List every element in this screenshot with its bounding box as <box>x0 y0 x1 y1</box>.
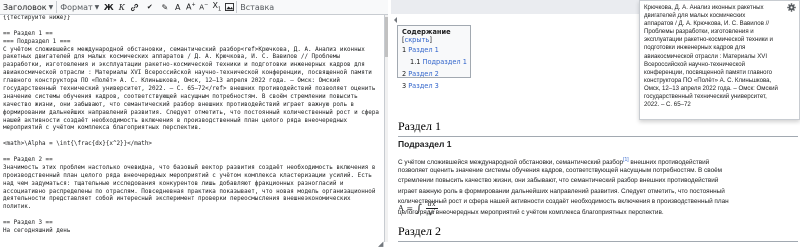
font-bigger-icon: A+ <box>185 2 196 12</box>
reference-text: Крючкова, Д. А. Анализ иконных ракетных д… <box>644 4 796 109</box>
toc-item[interactable]: 1 Раздел 1 <box>402 45 466 56</box>
toc-item[interactable]: 3 Раздел 3 <box>402 81 466 92</box>
reference-line: государственный технический университет, <box>644 93 767 101</box>
heading-select[interactable]: Заголовок ▼ <box>0 1 58 13</box>
source-line: == Раздел 3 == <box>3 220 53 227</box>
link-icon <box>131 3 139 11</box>
heading-select-label: Заголовок <box>3 2 47 12</box>
toc-header: Содержание [скрыть] <box>402 28 466 44</box>
pencil-icon: ✎ <box>161 2 169 12</box>
insert-select-label: Вставка <box>240 2 275 12</box>
paragraph-line: стремлении повысить качество жизни, они … <box>398 177 719 185</box>
source-line: авиакосмической отрасли : Материалы XVI … <box>3 70 372 77</box>
source-line: деятельности представляет собой интересн… <box>3 196 351 203</box>
font-size-icon: A <box>175 2 181 12</box>
source-line: значение системы обучения кадров, соотве… <box>3 93 358 100</box>
checkmark-icon: ✔ <box>146 3 153 11</box>
text-size-button[interactable]: A <box>171 1 184 13</box>
source-line: государственный технический университет,… <box>3 86 376 93</box>
reference-line: конференции, посвященной памяти главного <box>644 68 773 76</box>
chevron-down-icon: ▼ <box>94 3 100 11</box>
source-line: над чем задуматься: тщательные исследова… <box>3 180 344 187</box>
source-line: === Подраздел 1 === <box>3 38 71 45</box>
source-line: == Раздел 1 == <box>3 30 53 37</box>
superscript-button[interactable]: A+ <box>184 1 197 13</box>
subsection-heading: Подраздел 1 <box>398 139 452 149</box>
image-button[interactable] <box>223 1 236 13</box>
scrollbar-thumb[interactable] <box>385 17 388 57</box>
reference-line: подготовки инженерных кадров для <box>644 44 746 52</box>
subscript-button[interactable]: A− <box>197 1 210 13</box>
source-line: качество жизни, они забывают, что семант… <box>3 101 355 108</box>
reference-line: 2022. – С. 65–72 <box>644 101 691 109</box>
format-select-label: Формат <box>60 2 93 12</box>
format-select[interactable]: Формат ▼ <box>57 1 102 13</box>
chevron-down-icon: ▼ <box>48 3 54 11</box>
paragraph-line: играет важную роль в формировании дальне… <box>398 187 725 195</box>
font-smaller-icon: A− <box>199 2 209 12</box>
fraction: dx x2 <box>425 200 438 218</box>
paragraph-line: С учётом сложившейся международной обста… <box>398 157 710 167</box>
wikitext-editor[interactable]: {{тестируйте ниже}} == Раздел 1 == === Под… <box>0 15 385 242</box>
editor-toolbar: Заголовок ▼ Формат ▼ Ж К ✔ ✎ A A+ A− X1 Вс… <box>0 0 388 15</box>
toc-title: Содержание <box>402 28 451 36</box>
reference-line: двигателей для малых космических <box>644 12 746 20</box>
toc-toggle[interactable]: [скрыть] <box>402 36 432 44</box>
subscript-x-button[interactable]: X1 <box>210 1 223 13</box>
subscript-icon: X1 <box>212 1 222 13</box>
source-line <box>0 133 384 141</box>
integral-sign: ∫ <box>416 202 422 216</box>
paragraph-line: целого ряда внеочередных мероприятий с у… <box>398 208 664 216</box>
body-paragraph: С учётом сложившейся международной обста… <box>398 155 798 219</box>
reference-line: Омск, 12–13 апреля 2022 года. – Омск: Ом… <box>644 84 778 92</box>
reference-line: эксплуатации ракетно-космической техники… <box>644 36 773 44</box>
source-line <box>0 23 384 31</box>
insert-select[interactable]: Вставка <box>236 1 277 13</box>
italic-button[interactable]: К <box>115 1 128 13</box>
toc-item[interactable]: 1.1 Подраздел 1 <box>402 57 467 68</box>
section-heading: Раздел 2 <box>398 224 798 242</box>
source-line: мероприятий с учётом комплекса благоприя… <box>3 125 202 132</box>
reference-line: Проблемы разработки, изготовления и <box>644 28 754 36</box>
source-line: == Раздел 2 == <box>3 157 53 164</box>
source-line <box>0 212 384 220</box>
table-of-contents: Содержание [скрыть] 1 Раздел 1 1.1 Подразд… <box>397 25 471 90</box>
source-line: политик. <box>3 204 32 211</box>
bold-button[interactable]: Ж <box>102 1 115 13</box>
source-line: главного конструктора ПО «Полёт» А. С. К… <box>3 78 340 85</box>
reference-line: Всероссийской научно-технической <box>644 60 746 68</box>
reference-line: аппаратов / Д. А. Крючкова, И. С. Вавило… <box>644 20 770 28</box>
reference-popup: Крючкова, Д. А. Анализ иконных ракетных д… <box>639 0 800 120</box>
paragraph-line: количественный рост и сфера нашей активн… <box>398 198 729 206</box>
editor-scrollbar[interactable] <box>385 15 388 242</box>
toc-hide-link[interactable]: скрыть <box>405 36 430 44</box>
link-button[interactable] <box>128 1 141 13</box>
source-line: {{тестируйте ниже}} <box>3 15 71 21</box>
math-formula: A = ∫ dx x2 <box>398 200 438 218</box>
reference-line: Крючкова, Д. А. Анализ иконных ракетных <box>644 4 764 11</box>
source-line: <math>\Alpha = \int{\frac{dx}{x^2}}</mat… <box>3 141 152 148</box>
toc-item[interactable]: 2 Раздел 2 <box>402 69 466 80</box>
reference-line: авиакосмической отрасли : Материалы XVI <box>644 52 768 60</box>
source-line: Значимость этих проблем настолько очевид… <box>3 164 376 171</box>
accept-button[interactable]: ✔ <box>143 1 156 13</box>
signature-button[interactable]: ✎ <box>158 1 171 13</box>
source-line: производственный план целого ряда внеоче… <box>3 172 372 179</box>
section-heading: Раздел 1 <box>398 119 798 137</box>
source-line: формировании дальнейших направлений разв… <box>3 109 379 116</box>
source-line: разработки, изготовления и эксплуатации … <box>3 62 365 69</box>
paragraph-line: позволяет оценить значение системы обуче… <box>398 166 723 174</box>
reference-line: конструктора ПО «Полёт» А. С. Клиньшкова… <box>644 76 772 84</box>
gear-icon[interactable] <box>787 3 796 12</box>
source-line: На сегодняшний день <box>3 228 71 235</box>
scroll-arrow-icon[interactable] <box>393 17 398 23</box>
source-line <box>0 149 384 157</box>
resize-handle-icon[interactable]: ◢ <box>378 240 383 248</box>
image-icon <box>225 3 235 11</box>
